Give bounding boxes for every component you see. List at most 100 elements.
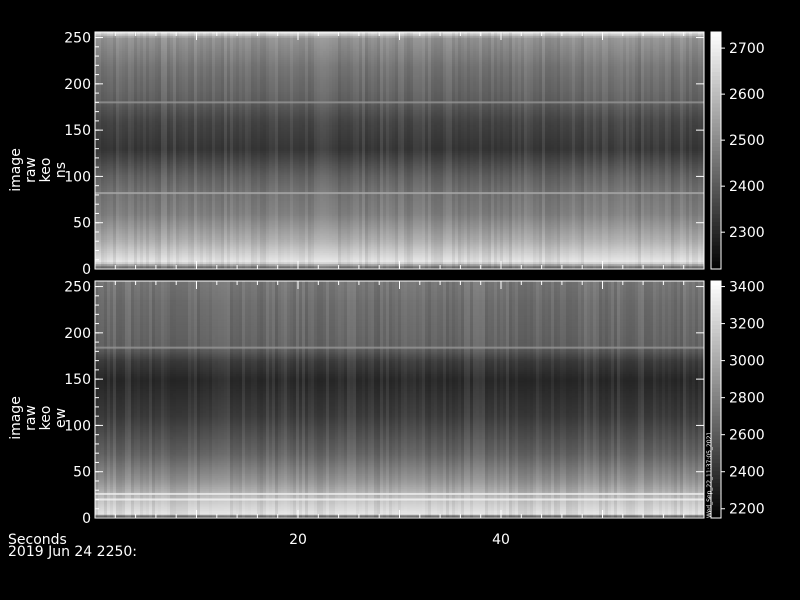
image-column: [260, 281, 263, 518]
colorbar-segment: [711, 411, 721, 416]
image-column: [698, 32, 701, 269]
image-column: [602, 32, 605, 269]
image-column: [299, 281, 302, 518]
timestamp-label: Wed_Sep_22_11:37:05_2021: [706, 432, 713, 518]
image-column: [221, 32, 224, 269]
colorbar-segment: [711, 190, 721, 195]
image-column: [137, 32, 140, 269]
colorbar-segment: [711, 114, 721, 120]
colorbar-segment: [711, 103, 721, 108]
image-column: [287, 32, 290, 269]
image-column: [200, 32, 203, 269]
image-column: [473, 281, 476, 518]
image-column: [575, 32, 578, 269]
colorbar-segment: [711, 32, 721, 37]
colorbar-segment: [711, 348, 721, 353]
image-column: [620, 32, 623, 269]
panel-ew: 050100150200250image raw keo ew220024002600…: [8, 280, 765, 527]
colorbar-segment: [711, 316, 721, 321]
colorbar-segment: [711, 91, 721, 96]
image-column: [581, 32, 584, 269]
image-column: [458, 281, 461, 518]
colorbar-segment: [711, 312, 721, 318]
image-column: [428, 32, 431, 269]
colorbar-segment: [711, 182, 721, 187]
image-column: [347, 281, 350, 518]
image-column: [116, 32, 119, 269]
colorbar-tick-label: 2400: [729, 465, 765, 481]
image-column: [494, 281, 497, 518]
image-column: [329, 281, 332, 518]
colorbar-segment: [711, 336, 721, 341]
y-tick-label: 0: [82, 262, 91, 278]
image-column: [464, 281, 467, 518]
image-column: [224, 281, 227, 518]
image-column: [431, 281, 434, 518]
image-column: [689, 32, 692, 269]
colorbar-segment: [711, 304, 721, 310]
image-column: [398, 32, 401, 269]
image-column: [629, 32, 632, 269]
colorbar-tick-label: 2400: [729, 179, 765, 195]
image-column: [155, 32, 158, 269]
image-column: [410, 281, 413, 518]
image-column: [641, 32, 644, 269]
image-column: [167, 32, 170, 269]
colorbar-segment: [711, 261, 721, 266]
colorbar-segment: [711, 63, 721, 69]
image-column: [695, 281, 698, 518]
image-column: [401, 32, 404, 269]
image-column: [269, 281, 272, 518]
image-column: [254, 281, 257, 518]
image-column: [638, 281, 641, 518]
image-column: [590, 281, 593, 518]
image-column: [557, 32, 560, 269]
colorbar-segment: [711, 162, 721, 167]
colorbar-segment: [711, 249, 721, 254]
image-column: [641, 281, 644, 518]
image-column: [635, 281, 638, 518]
image-column: [242, 281, 245, 518]
image-column: [560, 281, 563, 518]
image-column: [527, 32, 530, 269]
image-column: [113, 281, 116, 518]
image-column: [302, 281, 305, 518]
image-column: [509, 281, 512, 518]
image-column: [617, 32, 620, 269]
image-column: [563, 281, 566, 518]
image-column: [128, 32, 131, 269]
image-column: [548, 281, 551, 518]
y-axis-label: keo: [38, 406, 54, 431]
image-column: [620, 281, 623, 518]
keogram-figure: 050100150200250image raw keo ns230024002500…: [8, 31, 765, 560]
image-column: [563, 32, 566, 269]
colorbar-tick-label: 2600: [729, 87, 765, 103]
image-column: [125, 32, 128, 269]
image-area: [95, 32, 704, 270]
image-column: [227, 32, 230, 269]
image-column: [581, 281, 584, 518]
image-column: [497, 32, 500, 269]
image-column: [692, 32, 695, 269]
colorbar-segment: [711, 320, 721, 325]
image-column: [455, 32, 458, 269]
image-column: [134, 32, 137, 269]
image-column: [467, 281, 470, 518]
image-column: [371, 281, 374, 518]
image-column: [209, 32, 212, 269]
image-column: [131, 32, 134, 269]
image-column: [395, 32, 398, 269]
image-column: [374, 281, 377, 518]
image-column: [299, 32, 302, 269]
image-column: [140, 281, 143, 518]
image-column: [683, 281, 686, 518]
image-column: [554, 32, 557, 269]
image-column: [551, 32, 554, 269]
image-column: [542, 281, 545, 518]
image-column: [224, 32, 227, 269]
image-column: [614, 281, 617, 518]
image-column: [533, 281, 536, 518]
image-column: [479, 281, 482, 518]
image-column: [176, 32, 179, 269]
colorbar-segment: [711, 130, 721, 136]
